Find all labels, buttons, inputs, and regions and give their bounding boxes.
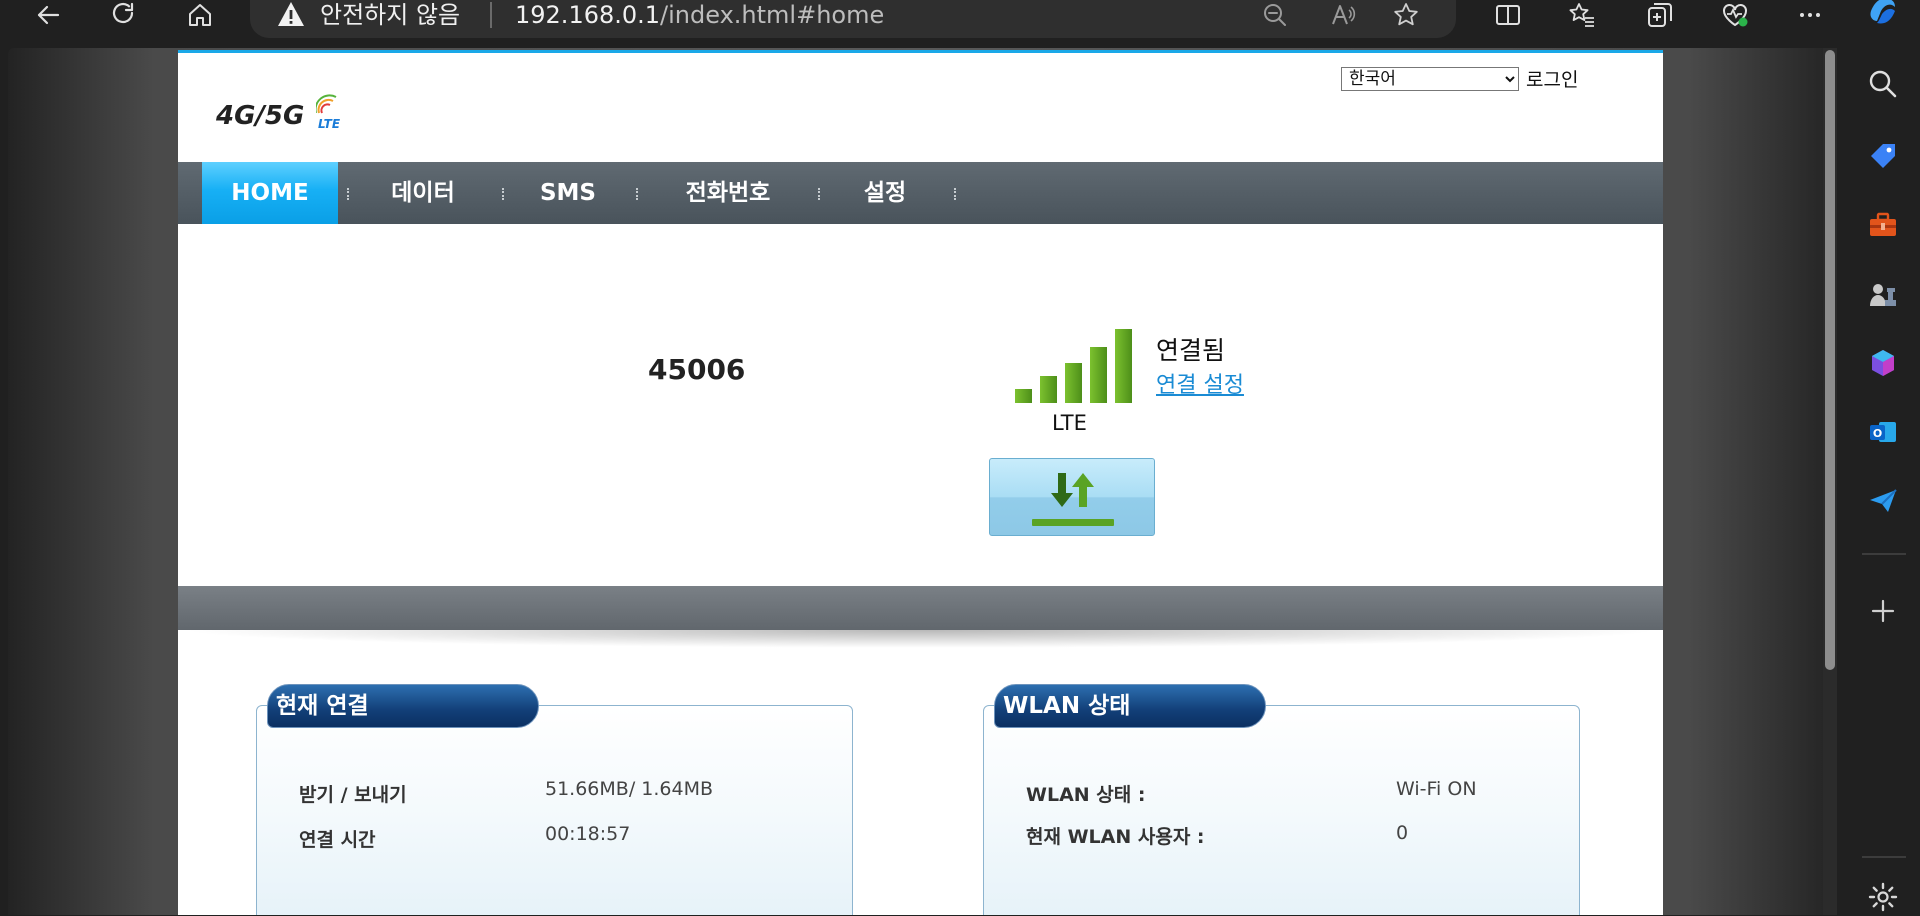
svg-text:O: O (1873, 427, 1882, 440)
scrollbar-thumb[interactable] (1825, 50, 1835, 670)
read-aloud-icon[interactable] (1325, 0, 1361, 30)
connection-status: 연결됨 (1156, 336, 1226, 365)
page-scrollbar[interactable] (1823, 48, 1837, 915)
main-nav: HOME 데이터 SMS 전화번호 설정 (178, 162, 1663, 224)
copilot-icon[interactable] (1864, 0, 1902, 30)
outlook-icon[interactable]: O (1864, 413, 1902, 451)
nav-sms[interactable]: SMS (523, 162, 613, 224)
refresh-icon[interactable] (104, 0, 144, 30)
nav-separator (818, 188, 822, 200)
network-provider: 45006 (648, 353, 746, 386)
nav-separator (954, 188, 958, 200)
search-icon[interactable] (1864, 65, 1902, 103)
wlan-state-value: Wi-Fi ON (1396, 778, 1477, 800)
tools-icon[interactable] (1864, 206, 1902, 244)
sidebar-divider (1862, 553, 1906, 555)
nav-data[interactable]: 데이터 (368, 162, 478, 224)
collections-icon[interactable] (1640, 0, 1680, 30)
band-shadow (178, 630, 1663, 648)
connection-time-label: 연결 시간 (299, 829, 376, 851)
connect-toggle-button[interactable] (989, 458, 1155, 536)
browser-essentials-icon[interactable] (1715, 0, 1755, 30)
url-text[interactable]: 192.168.0.1/index.html#home (515, 0, 884, 30)
add-icon[interactable] (1864, 592, 1902, 630)
current-connection-title: 현재 연결 (267, 684, 539, 728)
games-icon[interactable] (1864, 275, 1902, 313)
send-icon[interactable] (1864, 482, 1902, 520)
url-path: /index.html#home (660, 1, 885, 29)
wlan-users-value: 0 (1396, 822, 1409, 844)
nav-separator (347, 188, 351, 200)
shopping-tag-icon[interactable] (1864, 137, 1902, 175)
url-host: 192.168.0.1 (515, 1, 661, 29)
web-viewport: 4G/5G LTE 한국어 로그인 HOME 데이터 SMS 전화번호 설정 4… (8, 48, 1834, 915)
settings-gear-icon[interactable] (1864, 878, 1902, 916)
favorites-icon[interactable] (1562, 0, 1602, 30)
login-link[interactable]: 로그인 (1526, 65, 1578, 92)
nav-separator (502, 188, 506, 200)
wlan-status-panel: WLAN 상태 WLAN 상태 : Wi-Fi ON 현재 WLAN 사용자 :… (983, 684, 1580, 915)
microsoft-365-icon[interactable] (1864, 344, 1902, 382)
address-bar[interactable]: 안전하지 않음 192.168.0.1/index.html#home (250, 0, 1456, 38)
wlan-users-label: 현재 WLAN 사용자 : (1026, 826, 1205, 848)
rx-tx-value: 51.66MB/ 1.64MB (545, 778, 713, 800)
rx-tx-label: 받기 / 보내기 (299, 784, 407, 806)
nav-home[interactable]: HOME (202, 162, 338, 224)
upload-download-arrows-icon (1032, 473, 1114, 526)
wlan-state-label: WLAN 상태 : (1026, 784, 1146, 806)
nav-settings[interactable]: 설정 (840, 162, 930, 224)
brand-logo: 4G/5G LTE (216, 93, 356, 133)
browser-sidebar: O (1846, 0, 1920, 915)
split-screen-icon[interactable] (1488, 0, 1528, 30)
current-connection-panel: 현재 연결 받기 / 보내기 51.66MB/ 1.64MB 연결 시간 00:… (256, 684, 853, 915)
back-icon[interactable] (28, 0, 68, 30)
security-label[interactable]: 안전하지 않음 (320, 0, 460, 30)
logo-lte-text: LTE (318, 117, 341, 131)
more-options-icon[interactable] (1790, 0, 1830, 30)
zoom-out-icon[interactable] (1257, 0, 1293, 30)
router-page: 4G/5G LTE 한국어 로그인 HOME 데이터 SMS 전화번호 설정 4… (178, 50, 1663, 915)
signal-strength-icon (1015, 329, 1132, 403)
logo-signal-arcs-icon (316, 94, 337, 114)
nav-separator (636, 188, 640, 200)
status-divider-band (178, 586, 1663, 630)
address-separator (490, 2, 492, 28)
nav-phonebook[interactable]: 전화번호 (658, 162, 798, 224)
sidebar-divider (1862, 856, 1906, 858)
warning-icon[interactable] (276, 0, 306, 28)
connection-settings-link[interactable]: 연결 설정 (1156, 367, 1244, 399)
logo-text: 4G/5G (216, 101, 305, 131)
language-select[interactable]: 한국어 (1341, 67, 1519, 91)
wlan-status-title: WLAN 상태 (994, 684, 1266, 728)
favorite-star-icon[interactable] (1388, 0, 1424, 30)
network-type-label: LTE (1052, 411, 1087, 435)
connection-time-value: 00:18:57 (545, 823, 631, 845)
browser-toolbar: 안전하지 않음 192.168.0.1/index.html#home (0, 0, 1860, 46)
home-icon[interactable] (180, 0, 220, 30)
